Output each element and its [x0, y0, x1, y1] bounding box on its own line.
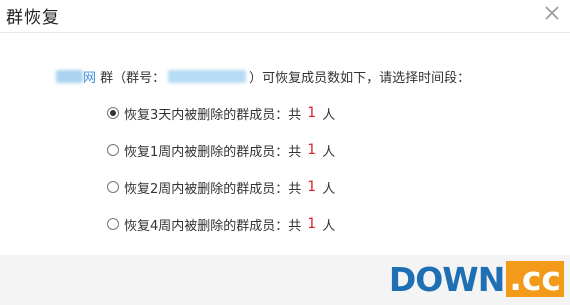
title-divider: [0, 32, 570, 33]
group-restore-dialog: 群恢复 网 群（群号： ）可恢复成员数如下，请选择时间段： 恢复3天内被删除的群成…: [0, 0, 570, 305]
watermark-brand: DOWN: [388, 259, 505, 299]
close-icon[interactable]: [543, 4, 561, 22]
count-unit: 人: [322, 144, 336, 160]
member-count: 1: [307, 179, 317, 195]
option-1-week[interactable]: 恢复1周内被删除的群成员：共 1 人: [107, 140, 335, 160]
restore-options: 恢复3天内被删除的群成员：共 1 人 恢复1周内被删除的群成员：共 1 人 恢复…: [107, 103, 335, 251]
option-label: 恢复3天内被删除的群成员：共: [124, 107, 302, 123]
option-4-weeks[interactable]: 恢复4周内被删除的群成员：共 1 人: [107, 214, 335, 234]
option-3-days[interactable]: 恢复3天内被删除的群成员：共 1 人: [107, 103, 335, 123]
count-unit: 人: [322, 181, 336, 197]
radio-button[interactable]: [107, 144, 119, 156]
option-label: 恢复2周内被删除的群成员：共: [124, 181, 302, 197]
site-watermark-logo: DOWN .cc: [388, 259, 564, 299]
count-unit: 人: [322, 218, 336, 234]
dialog-title: 群恢复: [6, 8, 60, 28]
intro-text: 网 群（群号： ）可恢复成员数如下，请选择时间段：: [56, 67, 470, 86]
redacted-group-number: [168, 70, 247, 83]
member-count: 1: [307, 105, 317, 121]
intro-rest-label: ）可恢复成员数如下，请选择时间段：: [249, 71, 471, 86]
group-name-suffix: 网: [83, 71, 97, 86]
watermark-tld: .cc: [506, 261, 564, 297]
radio-button[interactable]: [107, 218, 119, 230]
radio-button-checked[interactable]: [107, 107, 119, 119]
radio-button[interactable]: [107, 181, 119, 193]
member-count: 1: [307, 142, 317, 158]
option-label: 恢复4周内被删除的群成员：共: [124, 218, 302, 234]
count-unit: 人: [322, 107, 336, 123]
option-label: 恢复1周内被删除的群成员：共: [124, 144, 302, 160]
redacted-group-name: [56, 70, 83, 83]
intro-group-label: 群（群号：: [100, 71, 166, 86]
member-count: 1: [307, 216, 317, 232]
option-2-weeks[interactable]: 恢复2周内被删除的群成员：共 1 人: [107, 177, 335, 197]
